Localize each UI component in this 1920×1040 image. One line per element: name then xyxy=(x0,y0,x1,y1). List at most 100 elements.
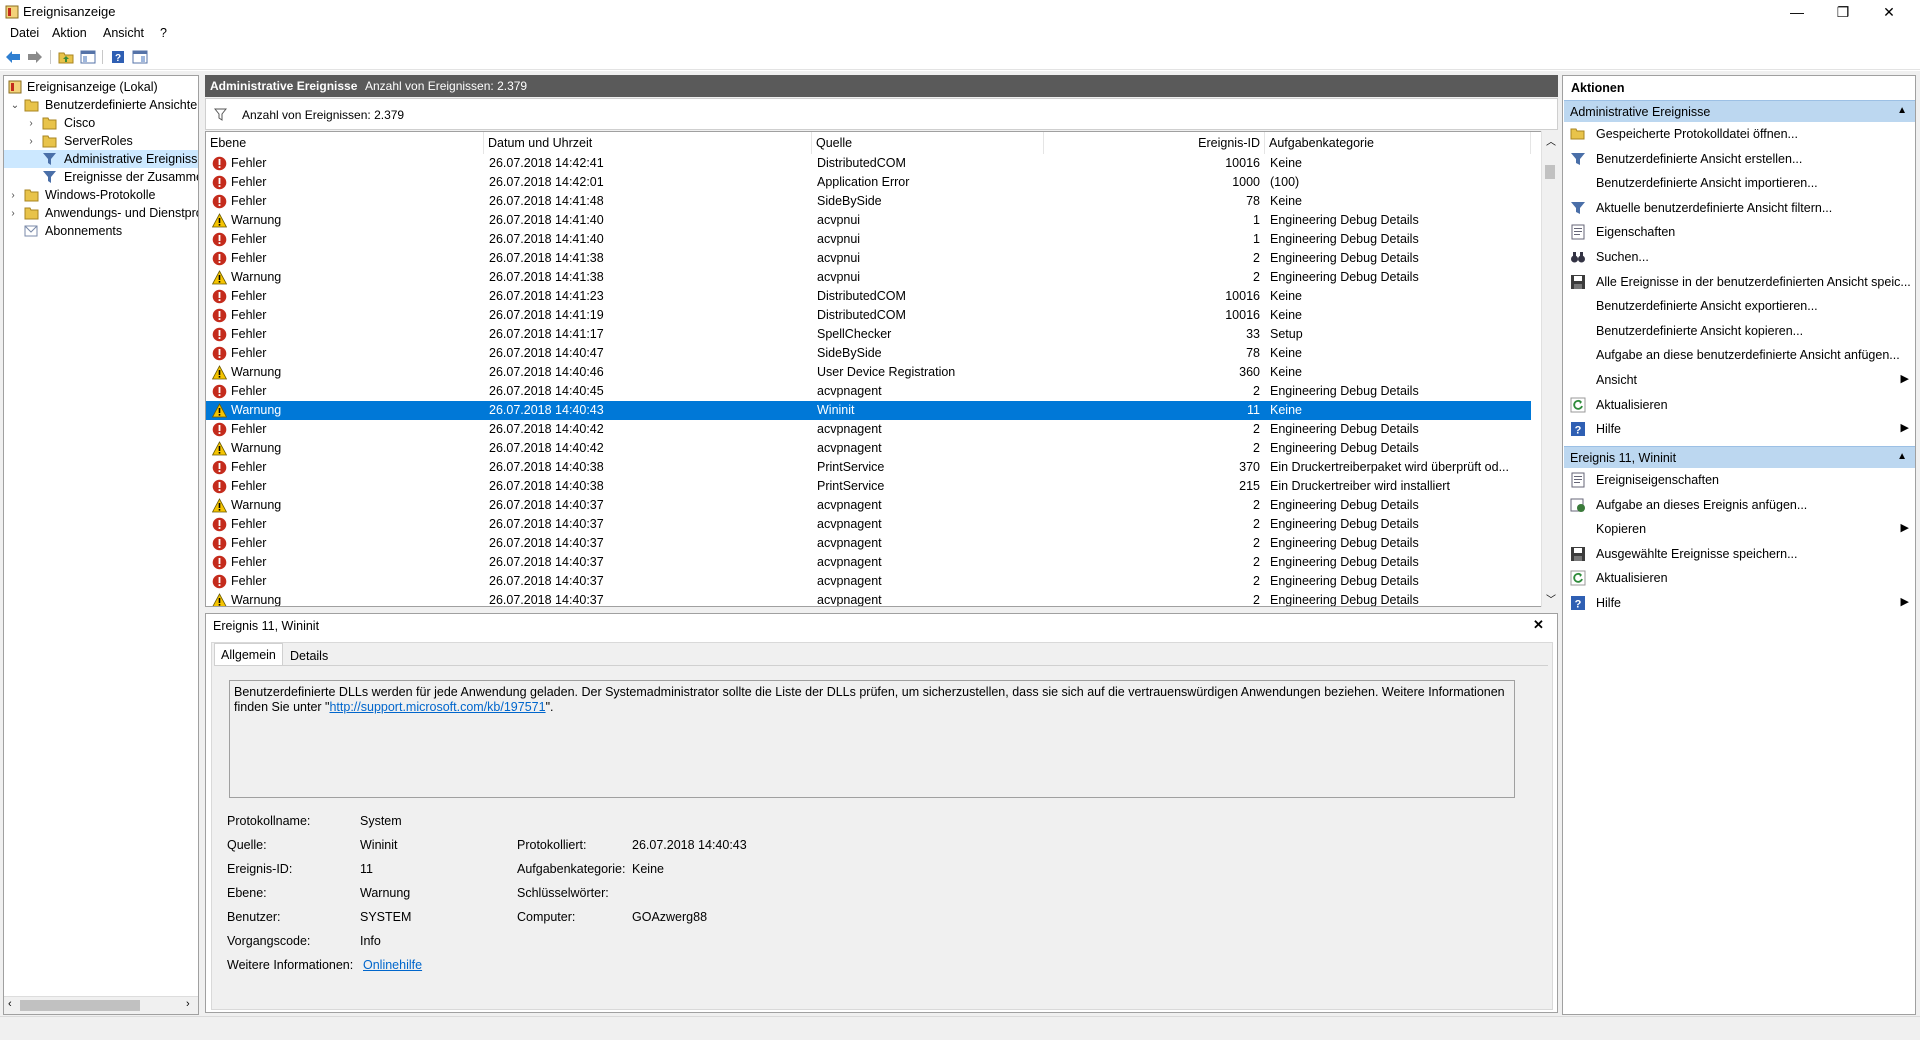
table-row[interactable]: Fehler 26.07.2018 14:42:01 Application Err… xyxy=(206,173,1531,192)
table-row[interactable]: Fehler 26.07.2018 14:40:38 PrintService 370… xyxy=(206,458,1531,477)
action-benutzerdefinierte-ansicht-erstellen[interactable]: Benutzerdefinierte Ansicht erstellen... xyxy=(1564,147,1915,171)
expand-chevron-icon[interactable]: › xyxy=(8,208,18,219)
table-row[interactable]: Fehler 26.07.2018 14:41:17 SpellChecker 33 S… xyxy=(206,325,1531,344)
actions-section-event[interactable]: Ereignis 11, Wininit ▲ xyxy=(1564,446,1915,468)
scroll-down-icon[interactable]: ﹀ xyxy=(1546,591,1556,606)
table-row[interactable]: Fehler 26.07.2018 14:42:41 DistributedCOM 1… xyxy=(206,154,1531,173)
action-benutzerdefinierte-ansicht-importieren[interactable]: Benutzerdefinierte Ansicht importieren..… xyxy=(1564,171,1915,195)
table-row[interactable]: Fehler 26.07.2018 14:40:45 acvpnagent 2 Engi… xyxy=(206,382,1531,401)
tab-details[interactable]: Details xyxy=(284,645,334,667)
up-folder-icon[interactable] xyxy=(57,48,75,66)
tree-item-custom-views[interactable]: ⌄ Benutzerdefinierte Ansichten xyxy=(4,96,198,114)
error-icon xyxy=(212,422,227,437)
expand-chevron-icon[interactable]: › xyxy=(8,190,18,201)
menu-ansicht[interactable]: Ansicht xyxy=(103,26,144,40)
event-id-value: 11 xyxy=(360,862,373,876)
table-row[interactable]: Fehler 26.07.2018 14:40:42 acvpnagent 2 Engi… xyxy=(206,420,1531,439)
action-aktuelle-benutzerdefinierte-ansicht-filtern[interactable]: Aktuelle benutzerdefinierte Ansicht filt… xyxy=(1564,196,1915,220)
scrollbar-thumb[interactable] xyxy=(20,1000,140,1011)
table-row[interactable]: Warnung 26.07.2018 14:41:38 acvpnui 2 Engine… xyxy=(206,268,1531,287)
column-header-level[interactable]: Ebene xyxy=(206,132,484,154)
action-hilfe[interactable]: ? Hilfe ▶ xyxy=(1564,591,1915,615)
table-row[interactable]: Fehler 26.07.2018 14:40:38 PrintService 215… xyxy=(206,477,1531,496)
collapse-section-icon[interactable]: ▲ xyxy=(1897,105,1907,116)
table-row[interactable]: Fehler 26.07.2018 14:41:23 DistributedCOM 1… xyxy=(206,287,1531,306)
event-description-box[interactable]: Benutzerdefinierte DLLs werden für jede … xyxy=(229,680,1515,798)
show-hide-console-icon[interactable] xyxy=(79,48,97,66)
expand-chevron-icon[interactable]: › xyxy=(26,136,36,147)
scrollbar-thumb[interactable] xyxy=(1545,165,1555,179)
action-suchen[interactable]: Suchen... xyxy=(1564,245,1915,269)
forward-arrow-icon[interactable] xyxy=(26,48,44,66)
column-header-event-id[interactable]: Ereignis-ID xyxy=(1044,132,1265,154)
tree-item-summary-events[interactable]: Ereignisse der Zusammen xyxy=(4,168,198,186)
table-row[interactable]: Warnung 26.07.2018 14:40:43 Wininit 11 Keine xyxy=(206,401,1531,420)
action-benutzerdefinierte-ansicht-exportieren[interactable]: Benutzerdefinierte Ansicht exportieren..… xyxy=(1564,294,1915,318)
tree-item-cisco[interactable]: › Cisco xyxy=(4,114,198,132)
minimize-button[interactable]: — xyxy=(1774,0,1820,24)
table-row[interactable]: Fehler 26.07.2018 14:41:38 acvpnui 2 Enginee… xyxy=(206,249,1531,268)
maximize-button[interactable]: ❐ xyxy=(1820,0,1866,24)
error-icon xyxy=(212,232,227,247)
menu-help[interactable]: ? xyxy=(160,26,167,40)
tree-item-root[interactable]: Ereignisanzeige (Lokal) xyxy=(4,78,198,96)
close-window-button[interactable]: ✕ xyxy=(1866,0,1912,24)
table-row[interactable]: Fehler 26.07.2018 14:41:48 SideBySide 78 Kei… xyxy=(206,192,1531,211)
column-header-date[interactable]: Datum und Uhrzeit xyxy=(484,132,812,154)
back-arrow-icon[interactable] xyxy=(4,48,22,66)
expand-chevron-icon[interactable]: › xyxy=(26,118,36,129)
action-aufgabe-an-dieses-ereignis-anfügen[interactable]: Aufgabe an dieses Ereignis anfügen... xyxy=(1564,493,1915,517)
tree-item-windows-logs[interactable]: › Windows-Protokolle xyxy=(4,186,198,204)
action-aktualisieren[interactable]: Aktualisieren xyxy=(1564,566,1915,590)
actions-section-view[interactable]: Administrative Ereignisse ▲ xyxy=(1564,100,1915,122)
tree-item-subscriptions[interactable]: Abonnements xyxy=(4,222,198,240)
action-aktualisieren[interactable]: Aktualisieren xyxy=(1564,393,1915,417)
kb-link[interactable]: http://support.microsoft.com/kb/197571 xyxy=(329,700,545,714)
action-benutzerdefinierte-ansicht-kopieren[interactable]: Benutzerdefinierte Ansicht kopieren... xyxy=(1564,319,1915,343)
table-row[interactable]: Fehler 26.07.2018 14:40:37 acvpnagent 2 Engi… xyxy=(206,534,1531,553)
menu-datei[interactable]: Datei xyxy=(10,26,39,40)
column-header-category[interactable]: Aufgabenkategorie xyxy=(1265,132,1531,154)
action-ansicht[interactable]: Ansicht ▶ xyxy=(1564,368,1915,392)
action-eigenschaften[interactable]: Eigenschaften xyxy=(1564,220,1915,244)
table-row[interactable]: Fehler 26.07.2018 14:40:37 acvpnagent 2 Engi… xyxy=(206,553,1531,572)
action-hilfe[interactable]: ? Hilfe ▶ xyxy=(1564,417,1915,441)
table-row[interactable]: Warnung 26.07.2018 14:41:40 acvpnui 1 Engine… xyxy=(206,211,1531,230)
submenu-arrow-icon: ▶ xyxy=(1900,596,1909,608)
column-header-source[interactable]: Quelle xyxy=(812,132,1044,154)
table-row[interactable]: Fehler 26.07.2018 14:41:19 DistributedCOM 1… xyxy=(206,306,1531,325)
table-row[interactable]: Warnung 26.07.2018 14:40:37 acvpnagent 2 Eng… xyxy=(206,591,1531,606)
scroll-left-icon[interactable]: ‹ xyxy=(8,998,12,1010)
tree-item-app-service-logs[interactable]: › Anwendungs- und Dienstpro xyxy=(4,204,198,222)
action-alle-ereignisse-in-der-benutzerdefinierten-ansicht-speic[interactable]: Alle Ereignisse in der benutzerdefiniert… xyxy=(1564,270,1915,294)
tab-allgemein[interactable]: Allgemein xyxy=(214,643,283,665)
scroll-up-icon[interactable]: ︿ xyxy=(1546,133,1556,148)
cell-source: Application Error xyxy=(817,175,910,189)
table-row[interactable]: Warnung 26.07.2018 14:40:42 acvpnagent 2 Eng… xyxy=(206,439,1531,458)
action-pane-icon[interactable] xyxy=(131,48,149,66)
action-aufgabe-an-diese-benutzerdefinierte-ansicht-anfügen[interactable]: Aufgabe an diese benutzerdefinierte Ansi… xyxy=(1564,343,1915,367)
help-icon[interactable]: ? xyxy=(109,48,127,66)
cell-event-id: 2 xyxy=(1253,251,1260,265)
event-list-scrollbar[interactable]: ︿ ﹀ xyxy=(1541,131,1558,607)
table-row[interactable]: Warnung 26.07.2018 14:40:37 acvpnagent 2 Eng… xyxy=(206,496,1531,515)
action-ausgewählte-ereignisse-speichern[interactable]: Ausgewählte Ereignisse speichern... xyxy=(1564,542,1915,566)
collapse-chevron-icon[interactable]: ⌄ xyxy=(10,100,20,111)
close-detail-icon[interactable]: ✕ xyxy=(1533,617,1544,633)
table-row[interactable]: Warnung 26.07.2018 14:40:46 User Device Re… xyxy=(206,363,1531,382)
action-gespeicherte-protokolldatei-öffnen[interactable]: Gespeicherte Protokolldatei öffnen... xyxy=(1564,122,1915,146)
online-help-link[interactable]: Onlinehilfe xyxy=(363,958,422,972)
tree-item-serverroles[interactable]: › ServerRoles xyxy=(4,132,198,150)
scroll-right-icon[interactable]: › xyxy=(186,998,190,1010)
tree-item-administrative-events[interactable]: Administrative Ereignisse xyxy=(4,150,198,168)
menu-aktion[interactable]: Aktion xyxy=(52,26,87,40)
table-row[interactable]: Fehler 26.07.2018 14:40:47 SideBySide 78 Kei… xyxy=(206,344,1531,363)
table-row[interactable]: Fehler 26.07.2018 14:41:40 acvpnui 1 Enginee… xyxy=(206,230,1531,249)
tree-horizontal-scrollbar[interactable]: ‹ › xyxy=(4,996,198,1014)
action-ereigniseigenschaften[interactable]: Ereigniseigenschaften xyxy=(1564,468,1915,492)
collapse-section-icon[interactable]: ▲ xyxy=(1897,451,1907,462)
action-kopieren[interactable]: Kopieren ▶ xyxy=(1564,517,1915,541)
table-row[interactable]: Fehler 26.07.2018 14:40:37 acvpnagent 2 Engi… xyxy=(206,572,1531,591)
source-label: Quelle: xyxy=(227,838,267,852)
table-row[interactable]: Fehler 26.07.2018 14:40:37 acvpnagent 2 Engi… xyxy=(206,515,1531,534)
